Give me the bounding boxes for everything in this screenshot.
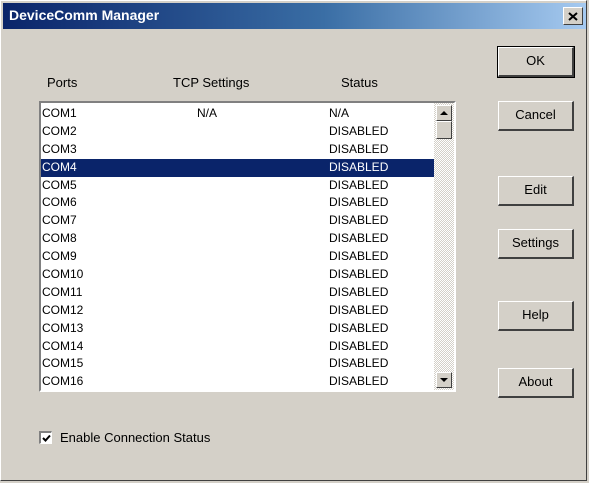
column-header-ports: Ports: [47, 75, 78, 90]
status-cell: DISABLED: [329, 356, 389, 371]
cancel-button[interactable]: Cancel: [498, 101, 574, 131]
status-cell: DISABLED: [329, 284, 389, 299]
list-row[interactable]: COM3 DISABLED: [41, 141, 434, 159]
settings-button[interactable]: Settings: [498, 229, 574, 259]
list-row[interactable]: COM14 DISABLED: [41, 338, 434, 356]
port-cell: COM2: [42, 123, 77, 138]
port-cell: COM15: [42, 356, 84, 371]
list-row[interactable]: COM11 DISABLED: [41, 284, 434, 302]
vertical-scrollbar[interactable]: [434, 103, 454, 390]
port-cell: COM5: [42, 177, 77, 192]
scroll-down-button[interactable]: [436, 372, 452, 388]
column-header-status: Status: [341, 75, 378, 90]
list-row[interactable]: COM9 DISABLED: [41, 248, 434, 266]
list-row[interactable]: COM2 DISABLED: [41, 123, 434, 141]
port-cell: COM1: [42, 106, 77, 120]
list-row[interactable]: COM1 N/A N/A: [41, 105, 434, 123]
port-cell: COM12: [42, 302, 84, 317]
close-icon: [568, 11, 578, 21]
port-cell: COM16: [42, 374, 84, 389]
ok-button[interactable]: OK: [497, 46, 575, 78]
list-row[interactable]: COM6 DISABLED: [41, 194, 434, 212]
port-cell: COM4: [42, 159, 77, 174]
status-cell: DISABLED: [329, 231, 389, 246]
scroll-thumb[interactable]: [436, 121, 452, 139]
status-cell: DISABLED: [329, 267, 389, 282]
status-cell: DISABLED: [329, 195, 389, 210]
list-row[interactable]: COM15 DISABLED: [41, 355, 434, 373]
status-cell: DISABLED: [329, 338, 389, 353]
port-cell: COM11: [42, 284, 83, 299]
column-header-tcp-settings: TCP Settings: [173, 75, 250, 90]
scroll-up-button[interactable]: [436, 105, 452, 121]
port-cell: COM9: [42, 249, 77, 264]
port-cell: COM14: [42, 338, 84, 353]
list-row[interactable]: COM13 DISABLED: [41, 320, 434, 338]
status-cell: N/A: [329, 106, 350, 120]
enable-connection-status-checkbox[interactable]: [39, 431, 52, 444]
status-cell: DISABLED: [329, 141, 389, 156]
close-button[interactable]: [563, 7, 583, 25]
list-row[interactable]: COM5 DISABLED: [41, 177, 434, 195]
help-button[interactable]: Help: [498, 301, 574, 331]
status-cell: DISABLED: [329, 249, 389, 264]
port-cell: COM8: [42, 231, 77, 246]
title-bar[interactable]: DeviceComm Manager: [3, 3, 586, 29]
list-row[interactable]: COM4 DISABLED: [41, 158, 434, 177]
port-cell: COM13: [42, 320, 84, 335]
enable-connection-status-label: Enable Connection Status: [60, 430, 211, 445]
arrow-up-icon: [440, 111, 448, 115]
about-button[interactable]: About: [498, 368, 574, 398]
status-cell: DISABLED: [329, 320, 389, 335]
list-row[interactable]: COM10 DISABLED: [41, 266, 434, 284]
port-cell: COM6: [42, 195, 77, 210]
list-row[interactable]: COM7 DISABLED: [41, 212, 434, 230]
status-cell: DISABLED: [329, 123, 389, 138]
port-cell: COM3: [42, 141, 77, 156]
list-row[interactable]: COM8 DISABLED: [41, 230, 434, 248]
tcp-settings-cell: N/A: [197, 106, 218, 120]
list-row[interactable]: COM12 DISABLED: [41, 302, 434, 320]
status-cell: DISABLED: [329, 302, 389, 317]
ports-list[interactable]: COM1 N/A N/A COM2 DISABLED COM3 DISABLED COM4 DI…: [39, 101, 456, 392]
edit-button[interactable]: Edit: [498, 176, 574, 206]
checkmark-icon: [41, 434, 51, 442]
window-title: DeviceComm Manager: [9, 7, 160, 23]
status-cell: DISABLED: [329, 159, 389, 174]
port-cell: COM10: [42, 267, 84, 282]
ports-list-rows: COM1 N/A N/A COM2 DISABLED COM3 DISABLED COM4 DI…: [41, 105, 434, 390]
status-cell: DISABLED: [329, 374, 389, 389]
list-row[interactable]: COM16 DISABLED: [41, 373, 434, 390]
status-cell: DISABLED: [329, 213, 389, 228]
enable-connection-status-option[interactable]: Enable Connection Status: [39, 430, 210, 445]
status-cell: DISABLED: [329, 177, 389, 192]
arrow-down-icon: [440, 378, 448, 382]
devicecomm-manager-window: DeviceComm Manager Ports TCP Settings St…: [0, 0, 587, 481]
port-cell: COM7: [42, 213, 77, 228]
